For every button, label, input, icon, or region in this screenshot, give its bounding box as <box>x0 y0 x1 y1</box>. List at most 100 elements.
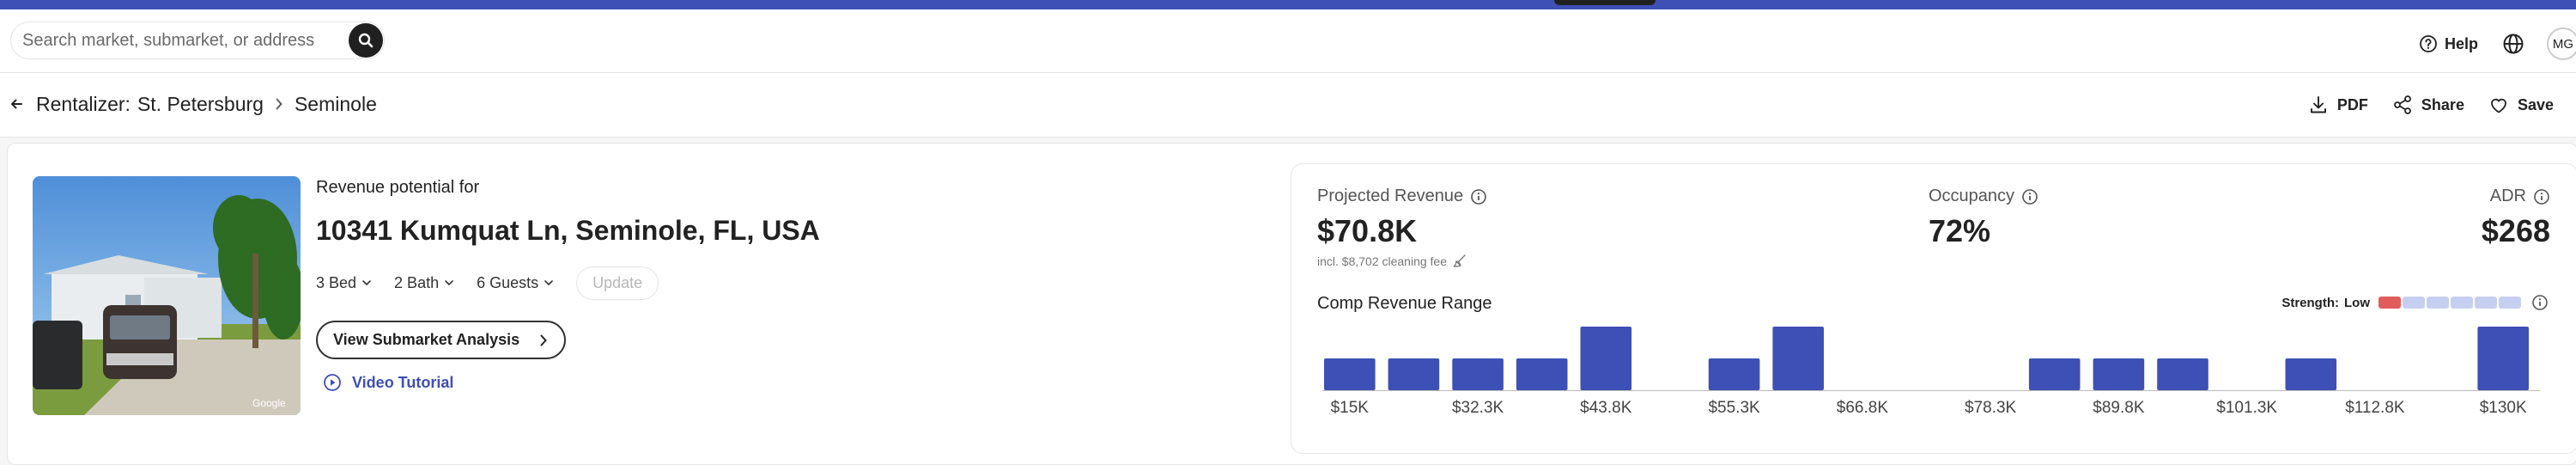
adr-value: $268 <box>2481 213 2550 248</box>
download-icon <box>2310 96 2326 113</box>
heart-icon <box>2491 98 2506 113</box>
chevron-right-icon <box>274 97 284 111</box>
search-button[interactable] <box>349 23 383 58</box>
header: Help MG <box>0 9 2576 73</box>
occupancy-value: 72% <box>1929 213 1991 248</box>
language-button[interactable] <box>2502 33 2524 55</box>
x-tick-label: $112.8K <box>2345 399 2405 417</box>
x-tick-label: $32.3K <box>1452 399 1504 417</box>
top-accent-bar <box>0 0 2576 9</box>
save-button[interactable]: Save <box>2488 95 2554 115</box>
histogram-bar[interactable] <box>2157 358 2208 390</box>
histogram-bar[interactable] <box>1388 358 1440 390</box>
histogram-bar[interactable] <box>1324 358 1376 390</box>
property-address: 10341 Kumquat Ln, Seminole, FL, USA <box>316 215 820 246</box>
histogram-bar[interactable] <box>1516 358 1568 390</box>
strength-label: Strength: <box>2281 295 2339 310</box>
comp-revenue-title: Comp Revenue Range <box>1317 294 1492 313</box>
share-icon <box>2394 95 2411 114</box>
help-icon <box>2420 35 2437 52</box>
update-button[interactable]: Update <box>576 266 659 300</box>
search-input[interactable] <box>21 29 349 52</box>
help-label: Help <box>2444 34 2478 52</box>
header-actions: Help MG <box>2419 27 2576 61</box>
chevron-down-icon <box>362 280 371 286</box>
comp-revenue-chart: $15K $32.3K $43.8K $55.3K $66.8K $78.3K $89.8K… <box>1322 327 2540 417</box>
cleaning-fee-note: incl. $8,702 cleaning fee <box>1317 254 1447 268</box>
strength-segment <box>2475 297 2497 309</box>
histogram-bar[interactable] <box>1580 327 1632 390</box>
x-tick-label: $55.3K <box>1708 399 1760 417</box>
avatar[interactable]: MG <box>2547 28 2576 60</box>
video-tutorial-link[interactable]: Video Tutorial <box>316 373 820 392</box>
x-tick-label: $130K <box>2480 399 2527 417</box>
breadcrumb: Rentalizer: St. Petersburg Seminole <box>9 90 377 118</box>
baths-value: 2 Bath <box>394 273 440 291</box>
info-icon[interactable] <box>2021 188 2038 205</box>
projected-revenue-metric: Projected Revenue $70.8K incl. $8,702 cl… <box>1317 187 1487 268</box>
breadcrumb-market[interactable]: St. Petersburg <box>137 93 264 116</box>
broom-icon <box>1453 254 1466 267</box>
adr-label: ADR <box>2489 187 2526 205</box>
info-icon[interactable] <box>2533 188 2550 205</box>
histogram-bar[interactable] <box>2477 327 2529 390</box>
save-label: Save <box>2517 95 2554 113</box>
strength-segment <box>2451 297 2473 309</box>
chevron-down-icon <box>445 280 453 286</box>
adr-metric: ADR $268 <box>2482 187 2550 249</box>
property-photo[interactable]: Google <box>33 176 301 415</box>
share-button[interactable]: Share <box>2392 95 2464 115</box>
search-bar[interactable] <box>10 21 385 59</box>
strength-segment <box>2379 297 2401 309</box>
x-tick-label: $15K <box>1331 399 1370 417</box>
back-button[interactable] <box>9 96 24 112</box>
x-tick-label: $89.8K <box>2093 399 2145 417</box>
help-button[interactable]: Help <box>2419 34 2478 53</box>
share-label: Share <box>2421 95 2464 113</box>
strength-segment <box>2499 297 2521 309</box>
x-tick-label: $101.3K <box>2216 399 2277 417</box>
subheader: Rentalizer: St. Petersburg Seminole PDF … <box>0 73 2576 138</box>
property-info: Revenue potential for 10341 Kumquat Ln, … <box>316 178 820 392</box>
guests-value: 6 Guests <box>477 273 539 291</box>
beds-value: 3 Bed <box>316 273 357 291</box>
x-tick-label: $66.8K <box>1837 399 1889 417</box>
projected-revenue-label: Projected Revenue <box>1317 187 1464 205</box>
pdf-button[interactable]: PDF <box>2308 95 2368 115</box>
histogram-bar[interactable] <box>2093 358 2145 390</box>
breadcrumb-root: Rentalizer: <box>36 92 131 115</box>
histogram-bar[interactable] <box>1452 358 1504 390</box>
strength-segment <box>2427 297 2449 309</box>
baths-dropdown[interactable]: 2 Bath <box>394 274 454 292</box>
chevron-right-icon <box>540 334 547 346</box>
play-circle-icon <box>324 374 341 391</box>
projected-revenue-value: $70.8K <box>1317 213 1418 248</box>
property-card: Google Revenue potential for 10341 Kumqu… <box>7 143 2576 465</box>
top-accent-notch <box>1554 0 1656 5</box>
guests-dropdown[interactable]: 6 Guests <box>477 274 554 292</box>
x-tick-label: $78.3K <box>1965 399 2017 417</box>
view-submarket-analysis-button[interactable]: View Submarket Analysis <box>316 321 567 359</box>
occupancy-label: Occupancy <box>1929 187 2015 205</box>
info-icon[interactable] <box>1470 188 1487 205</box>
photo-watermark: Google <box>252 397 286 409</box>
beds-dropdown[interactable]: 3 Bed <box>316 274 372 292</box>
histogram-bar[interactable] <box>2028 358 2081 390</box>
property-filters: 3 Bed 2 Bath 6 Guests Update <box>316 266 820 300</box>
histogram-bar[interactable] <box>1772 327 1824 390</box>
chevron-down-icon <box>544 280 553 286</box>
strength-value: Low <box>2344 295 2370 310</box>
vsa-label: View Submarket Analysis <box>333 331 520 348</box>
pdf-label: PDF <box>2336 95 2368 113</box>
occupancy-metric: Occupancy 72% <box>1929 187 2038 249</box>
histogram-bar[interactable] <box>2285 358 2337 390</box>
x-tick-label: $43.8K <box>1580 399 1632 417</box>
strength-meter <box>2379 297 2521 309</box>
page-actions: PDF Share Save <box>2308 92 2554 118</box>
strength-indicator: Strength: Low <box>2281 294 2549 311</box>
histogram-bar[interactable] <box>1708 358 1760 390</box>
revenue-panel: Projected Revenue $70.8K incl. $8,702 cl… <box>1291 163 2576 454</box>
video-tutorial-label: Video Tutorial <box>352 373 454 391</box>
info-icon[interactable] <box>2531 294 2549 311</box>
strength-segment <box>2403 297 2425 309</box>
